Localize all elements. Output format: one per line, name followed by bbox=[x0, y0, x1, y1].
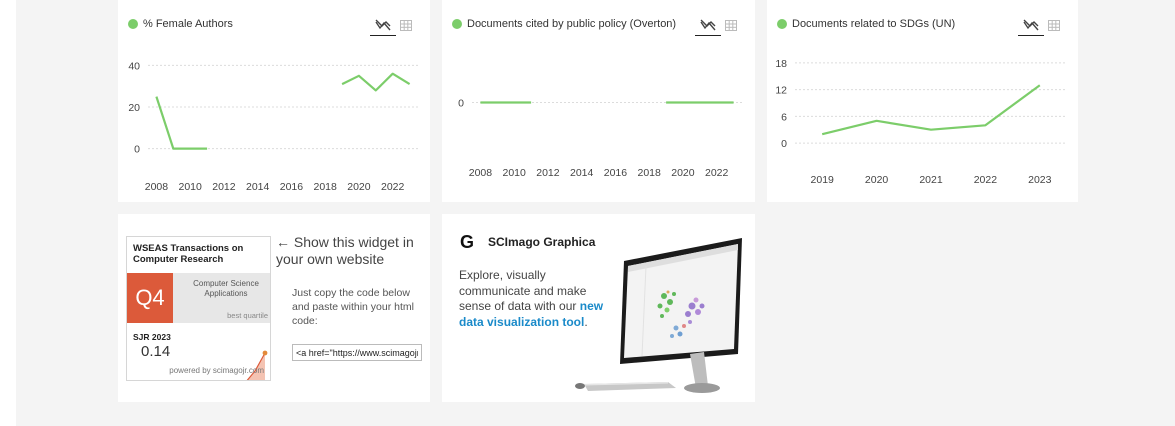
best-quartile-label: best quartile bbox=[227, 311, 268, 320]
graphica-desc-text: Explore, visually communicate and make s… bbox=[459, 268, 587, 313]
series-line bbox=[155, 96, 208, 150]
x-tick-label: 2010 bbox=[179, 181, 203, 193]
x-tick-label: 2020 bbox=[865, 174, 889, 186]
x-tick-label: 2022 bbox=[705, 167, 729, 179]
x-tick-label: 2016 bbox=[604, 167, 628, 179]
graphica-logo: G bbox=[460, 232, 475, 252]
sjr-value: 0.14 bbox=[141, 343, 171, 360]
y-tick-label: 40 bbox=[128, 60, 140, 72]
y-tick-label: 0 bbox=[458, 98, 464, 110]
widget-instructions: Just copy the code below and paste withi… bbox=[292, 287, 414, 327]
x-tick-label: 2014 bbox=[246, 181, 270, 193]
powered-by-label: powered by scimagojr.com bbox=[169, 366, 264, 375]
sjr-widget[interactable]: WSEAS Transactions on Computer Research … bbox=[126, 236, 271, 381]
x-tick-label: 2008 bbox=[469, 167, 493, 179]
line-chart: 0 2008 2010 2012 2014 2016 2018 2020 2022 bbox=[458, 98, 742, 179]
quartile-badge: Q4 bbox=[127, 273, 173, 323]
x-tick-label: 2008 bbox=[145, 181, 169, 193]
x-tick-label: 2023 bbox=[1028, 174, 1052, 186]
x-tick-label: 2010 bbox=[503, 167, 527, 179]
x-tick-label: 2014 bbox=[570, 167, 594, 179]
chart-card-female-authors: % Female Authors 0 20 40 2008 2010 2012 2014 20… bbox=[118, 0, 430, 202]
y-tick-label: 12 bbox=[775, 85, 787, 97]
y-tick-label: 0 bbox=[134, 144, 140, 156]
y-tick-label: 6 bbox=[781, 111, 787, 123]
sjr-sparkline bbox=[246, 350, 268, 380]
line-chart: 0 6 12 18 2019 2020 2021 2022 2023 bbox=[775, 58, 1067, 186]
widget-journal-title: WSEAS Transactions on Computer Research bbox=[133, 243, 244, 265]
x-tick-label: 2022 bbox=[974, 174, 998, 186]
x-tick-label: 2020 bbox=[671, 167, 695, 179]
y-tick-label: 0 bbox=[781, 138, 787, 150]
x-tick-label: 2018 bbox=[638, 167, 662, 179]
x-tick-label: 2016 bbox=[280, 181, 304, 193]
y-tick-label: 18 bbox=[775, 58, 787, 70]
x-tick-label: 2020 bbox=[347, 181, 371, 193]
embed-code-field[interactable] bbox=[292, 344, 422, 361]
category-box: Computer Science Applications best quart… bbox=[173, 273, 270, 323]
computer-monitor-icon bbox=[575, 238, 742, 393]
widget-card: WSEAS Transactions on Computer Research … bbox=[118, 214, 430, 402]
line-chart: 0 20 40 2008 2010 2012 2014 2016 2018 2020 2022 bbox=[128, 60, 418, 193]
x-tick-label: 2018 bbox=[314, 181, 338, 193]
x-tick-label: 2019 bbox=[811, 174, 835, 186]
series-line bbox=[341, 72, 411, 92]
category-label: Computer Science Applications bbox=[193, 279, 259, 298]
x-tick-label: 2012 bbox=[212, 181, 236, 193]
x-tick-label: 2022 bbox=[381, 181, 405, 193]
y-tick-label: 20 bbox=[128, 102, 140, 114]
chart-card-sdgs: Documents related to SDGs (UN) 0 6 12 18 201… bbox=[767, 0, 1078, 202]
chart-card-overton: Documents cited by public policy (Overto… bbox=[442, 0, 755, 202]
x-tick-label: 2012 bbox=[536, 167, 560, 179]
widget-promo-text: ← Show this widget in your own website bbox=[276, 234, 414, 267]
sjr-label: SJR 2023 bbox=[133, 332, 171, 342]
series-line bbox=[821, 84, 1041, 136]
graphica-card[interactable]: G SCImago Graphica Explore, visually com… bbox=[442, 214, 755, 402]
x-tick-label: 2021 bbox=[919, 174, 943, 186]
